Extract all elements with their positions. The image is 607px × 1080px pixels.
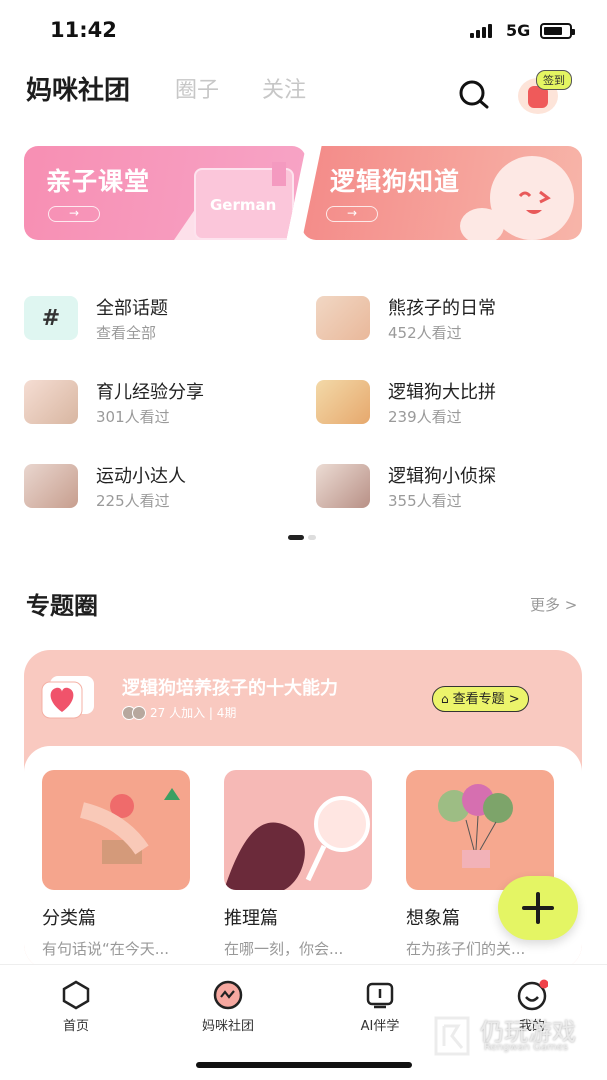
chapter-desc: 在为孩子们的关... — [406, 940, 526, 958]
community-icon — [212, 979, 244, 1011]
battery-icon — [540, 23, 575, 39]
topic-item[interactable]: 育儿经验分享 301人看过 — [24, 370, 284, 430]
status-time: 11:42 — [50, 18, 117, 42]
banner-title: 亲子课堂 — [46, 167, 151, 196]
tab-circles[interactable]: 圈子 — [175, 72, 219, 104]
watermark-subtext: Rengwan Games — [484, 1042, 569, 1053]
topic-thumbnail — [316, 296, 370, 340]
chapter-desc: 有句话说“在今天... — [42, 940, 170, 958]
tab-community[interactable]: 妈咪社团 — [178, 979, 278, 1034]
home-indicator — [196, 1062, 412, 1068]
checkin-badge: 签到 — [536, 70, 572, 90]
arrow-right-icon: → — [48, 206, 100, 222]
tab-following[interactable]: 关注 — [262, 72, 306, 104]
chapter-image — [406, 770, 554, 890]
chapter-card[interactable]: 分类篇 有句话说“在今天... — [42, 770, 190, 959]
section-title: 专题圈 — [26, 592, 98, 620]
chapter-title: 分类篇 — [42, 908, 96, 929]
topic-subtitle: 452人看过 — [388, 324, 462, 342]
tab-label: 妈咪社团 — [201, 1019, 254, 1034]
topic-item[interactable]: 逻辑狗小侦探 355人看过 — [316, 454, 576, 514]
page-indicator — [288, 535, 316, 540]
topic-item[interactable]: 熊孩子的日常 452人看过 — [316, 286, 576, 346]
banner-logic-dog[interactable]: 逻辑狗知道 → — [302, 146, 582, 240]
watermark-logo-icon — [430, 1014, 474, 1058]
bookmark-decoration — [272, 162, 286, 186]
hash-icon: # — [24, 296, 78, 340]
chapter-image — [224, 770, 372, 890]
view-topic-button[interactable]: ⌂ 查看专题 > — [432, 686, 529, 712]
status-bar: 11:42 5G — [0, 0, 607, 62]
special-meta-text: 27 人加入 | 4期 — [150, 706, 237, 720]
topic-thumbnail — [316, 380, 370, 424]
signal-icon — [470, 24, 492, 38]
topic-subtitle: 239人看过 — [388, 408, 462, 426]
profile-icon — [516, 979, 549, 1011]
tab-label: 首页 — [62, 1019, 89, 1034]
banner-title: 逻辑狗知道 — [330, 167, 461, 196]
avatar — [132, 705, 146, 720]
special-meta: 27 人加入 | 4期 — [122, 704, 236, 721]
view-topic-label: 查看专题 > — [452, 691, 520, 707]
topic-thumbnail — [24, 464, 78, 508]
small-blob-icon — [460, 208, 504, 240]
banner-parent-class[interactable]: 亲子课堂 → German — [24, 146, 306, 240]
heart-icon — [40, 672, 104, 726]
tab-mommy-club[interactable]: 妈咪社团 — [26, 70, 130, 107]
tab-home[interactable]: 首页 — [26, 979, 126, 1034]
chapter-list: 分类篇 有句话说“在今天... 推理篇 在哪一刻，你会... 想象篇 在为孩子们… — [24, 746, 582, 970]
more-link[interactable]: 更多 > — [530, 594, 577, 615]
network-label: 5G — [506, 21, 531, 40]
topic-title: 逻辑狗大比拼 — [388, 382, 496, 403]
topic-subtitle: 301人看过 — [96, 408, 170, 426]
chapter-desc: 在哪一刻，你会... — [224, 940, 344, 958]
tab-ai-study[interactable]: AI伴学 — [330, 979, 430, 1034]
topic-item[interactable]: 运动小达人 225人看过 — [24, 454, 284, 514]
topic-thumbnail — [24, 380, 78, 424]
topic-title: 逻辑狗小侦探 — [388, 466, 496, 487]
search-icon[interactable] — [456, 76, 492, 112]
chapter-image — [42, 770, 190, 890]
home-icon: ⌂ — [441, 691, 449, 706]
topic-subtitle: 查看全部 — [96, 324, 157, 342]
add-post-button[interactable] — [498, 876, 578, 940]
arrow-right-icon: → — [326, 206, 378, 222]
checkin-button[interactable]: 签到 — [516, 70, 572, 114]
chapter-card[interactable]: 推理篇 在哪一刻，你会... — [224, 770, 372, 959]
ai-icon — [364, 979, 396, 1011]
topic-title: 运动小达人 — [96, 466, 186, 487]
topic-subtitle: 225人看过 — [96, 492, 170, 510]
tab-label: AI伴学 — [360, 1019, 400, 1034]
special-title: 逻辑狗培养孩子的十大能力 — [122, 678, 338, 699]
topic-title: 全部话题 — [96, 298, 168, 319]
topic-title: 育儿经验分享 — [96, 382, 204, 403]
topic-item[interactable]: # 全部话题 查看全部 — [24, 286, 284, 346]
topic-item[interactable]: 逻辑狗大比拼 239人看过 — [316, 370, 576, 430]
topic-thumbnail — [316, 464, 370, 508]
top-header: 妈咪社团 圈子 关注 签到 — [0, 62, 607, 118]
book-text: German — [210, 196, 277, 214]
chapter-title: 推理篇 — [224, 908, 278, 929]
special-topic-card[interactable]: 逻辑狗培养孩子的十大能力 27 人加入 | 4期 ⌂ 查看专题 > 分类篇 有句… — [24, 650, 582, 970]
watermark: 仍玩游戏 Rengwan Games — [430, 1012, 600, 1062]
home-icon — [60, 979, 92, 1011]
topic-title: 熊孩子的日常 — [388, 298, 496, 319]
topic-subtitle: 355人看过 — [388, 492, 462, 510]
